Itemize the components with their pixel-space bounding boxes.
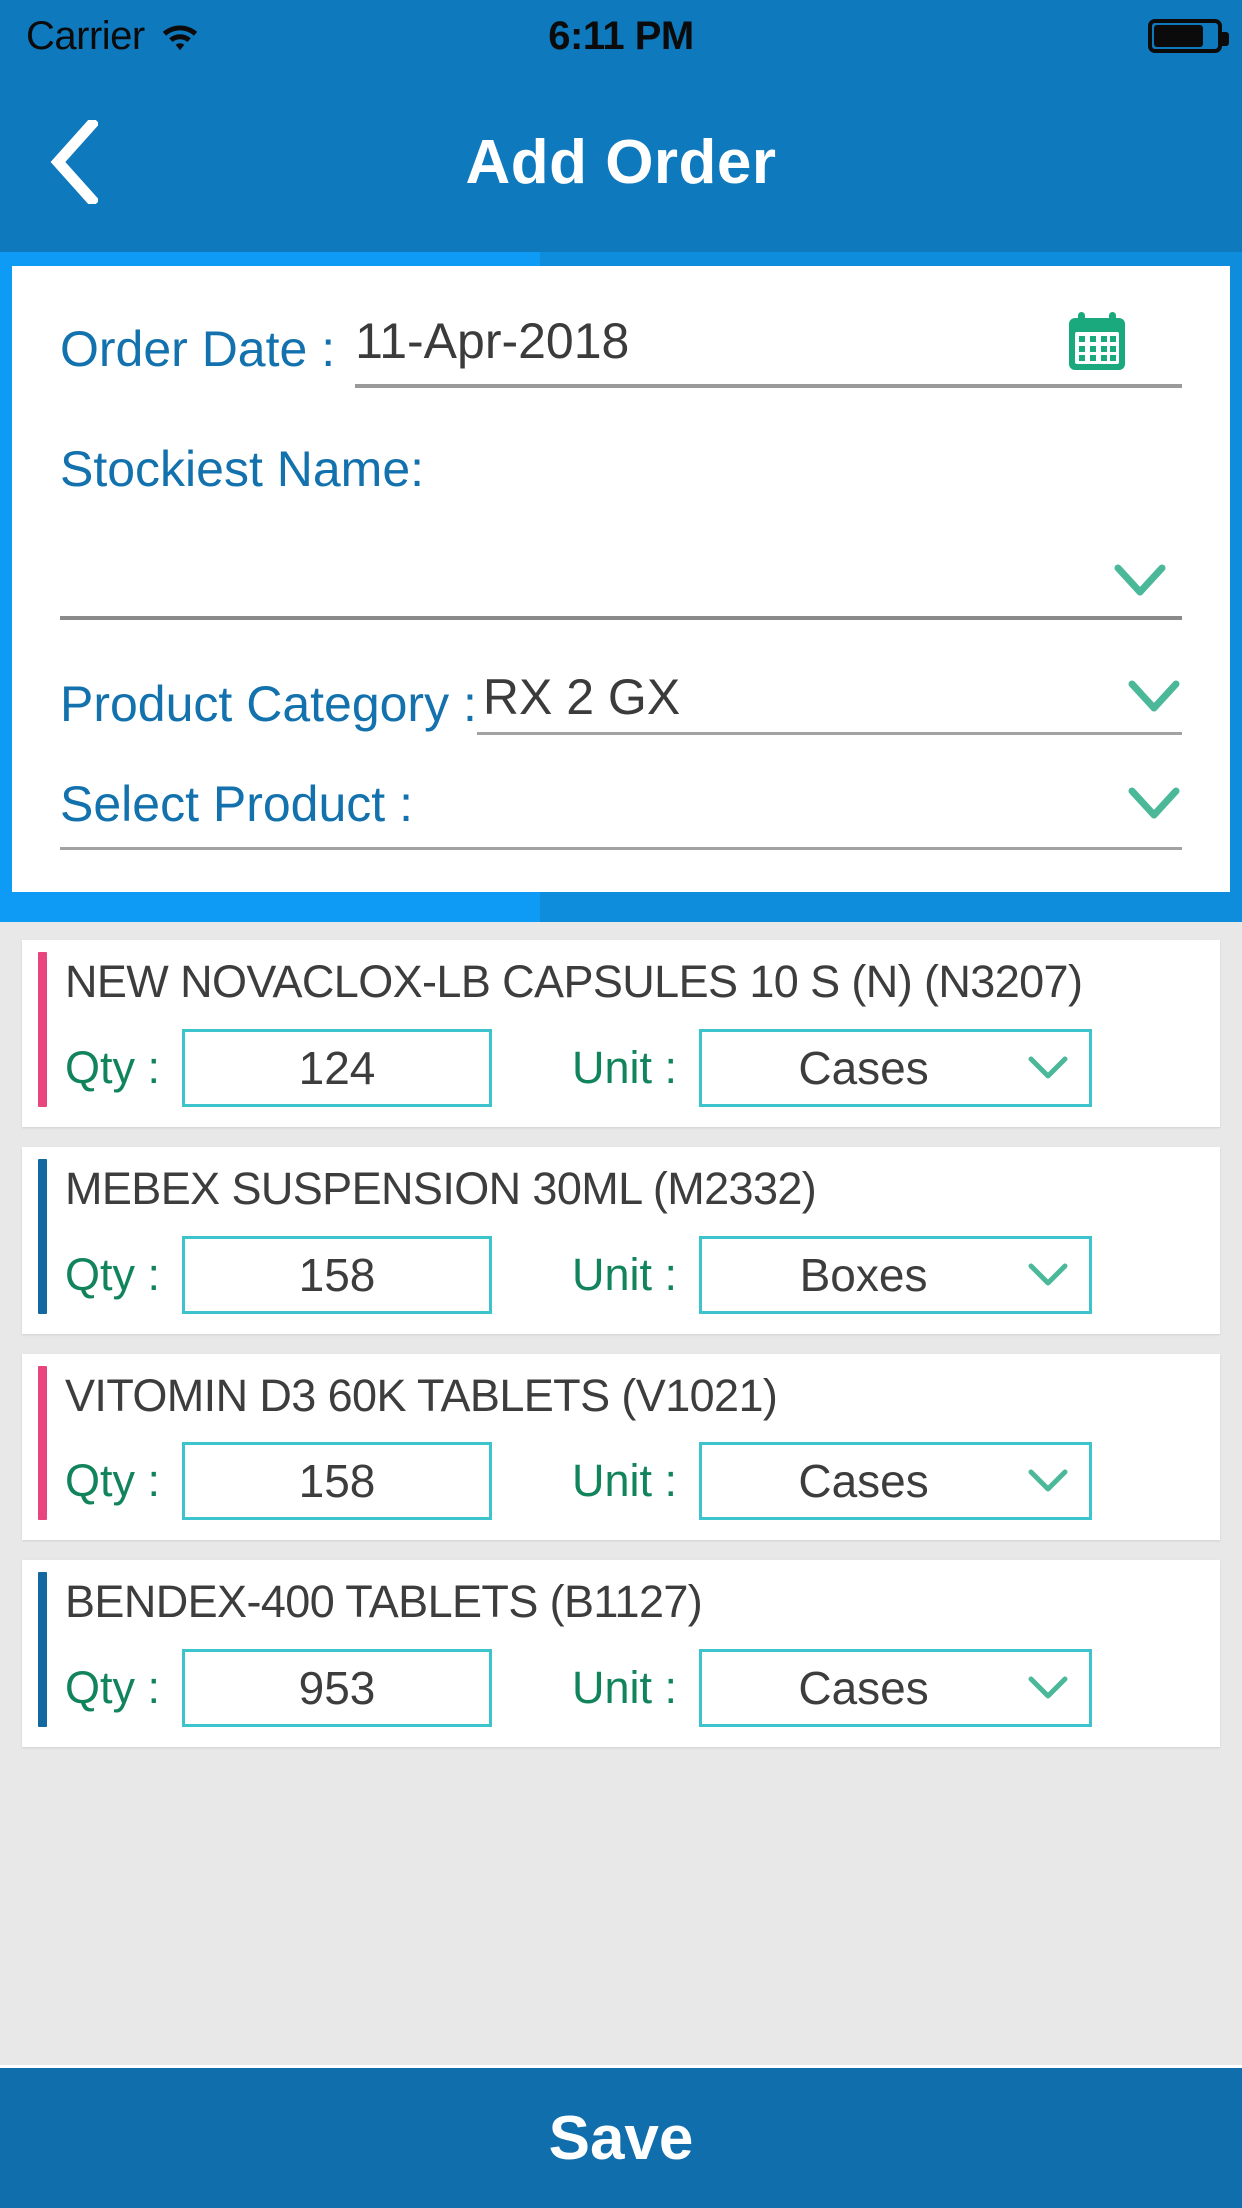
- order-date-field[interactable]: 11-Apr-2018: [355, 310, 1182, 388]
- product-name: BENDEX-400 TABLETS (B1127): [65, 1576, 703, 1628]
- stockiest-block: Stockiest Name:: [60, 440, 1182, 620]
- product-row-body: VITOMIN D3 60K TABLETS (V1021) Qty : 158…: [65, 1366, 1204, 1521]
- qty-unit-row: Qty : 158 Unit : Cases: [65, 1442, 1204, 1521]
- unit-label: Unit :: [572, 1041, 678, 1093]
- battery-fill: [1154, 25, 1203, 47]
- page-title: Add Order: [465, 127, 777, 197]
- product-row[interactable]: VITOMIN D3 60K TABLETS (V1021) Qty : 158…: [22, 1353, 1220, 1541]
- product-row[interactable]: MEBEX SUSPENSION 30ML (M2332) Qty : 158 …: [22, 1146, 1220, 1334]
- chevron-down-icon: [1025, 1260, 1071, 1290]
- product-row[interactable]: BENDEX-400 TABLETS (B1127) Qty : 953 Uni…: [22, 1560, 1220, 1747]
- clock-label: 6:11 PM: [548, 13, 694, 58]
- unit-select[interactable]: Cases: [699, 1028, 1093, 1107]
- product-category-row: Product Category : RX 2 GX: [60, 672, 1182, 735]
- qty-label: Qty :: [65, 1041, 161, 1093]
- unit-select[interactable]: Cases: [699, 1649, 1093, 1727]
- qty-label: Qty :: [65, 1248, 161, 1300]
- qty-unit-row: Qty : 124 Unit : Cases: [65, 1028, 1204, 1107]
- row-accent-bar: [38, 1365, 47, 1521]
- unit-label: Unit :: [572, 1455, 678, 1507]
- select-product-block: Select Product :: [60, 735, 1182, 850]
- qty-input[interactable]: 158: [182, 1442, 493, 1521]
- unit-label: Unit :: [572, 1662, 678, 1713]
- save-button[interactable]: Save: [0, 2065, 1242, 2208]
- chevron-down-icon: [1126, 785, 1182, 823]
- order-date-row: Order Date : 11-Apr-2018: [60, 310, 1182, 388]
- qty-unit-row: Qty : 953 Unit : Cases: [65, 1649, 1204, 1727]
- product-name: VITOMIN D3 60K TABLETS (V1021): [65, 1369, 778, 1421]
- product-name: NEW NOVACLOX-LB CAPSULES 10 S (N) (N3207…: [65, 956, 1083, 1007]
- row-accent-bar: [38, 952, 47, 1107]
- qty-input[interactable]: 158: [182, 1235, 493, 1314]
- calendar-icon[interactable]: [1066, 310, 1182, 372]
- selected-products-list: NEW NOVACLOX-LB CAPSULES 10 S (N) (N3207…: [0, 922, 1242, 2065]
- chevron-down-icon: [1025, 1053, 1071, 1083]
- chevron-down-icon: [1025, 1466, 1071, 1496]
- product-row-body: BENDEX-400 TABLETS (B1127) Qty : 953 Uni…: [65, 1572, 1204, 1727]
- product-category-value: RX 2 GX: [482, 669, 681, 725]
- qty-label: Qty :: [65, 1662, 161, 1713]
- battery-icon: [1148, 19, 1229, 53]
- unit-label: Unit :: [572, 1248, 678, 1300]
- qty-input[interactable]: 953: [182, 1649, 493, 1727]
- unit-value: Boxes: [799, 1248, 928, 1301]
- unit-value: Cases: [798, 1455, 929, 1508]
- unit-value: Cases: [798, 1041, 929, 1094]
- product-name: MEBEX SUSPENSION 30ML (M2332): [65, 1162, 817, 1214]
- product-row[interactable]: NEW NOVACLOX-LB CAPSULES 10 S (N) (N3207…: [22, 940, 1220, 1127]
- qty-input[interactable]: 124: [182, 1028, 493, 1107]
- product-row-body: MEBEX SUSPENSION 30ML (M2332) Qty : 158 …: [65, 1159, 1204, 1314]
- app-screen: Carrier 6:11 PM Add Order Order Date: 1…: [0, 0, 1242, 2208]
- chevron-down-icon: [1112, 562, 1168, 600]
- select-product-select[interactable]: [413, 785, 1182, 823]
- select-product-label: Select Product :: [60, 776, 413, 832]
- status-bar-right: [1148, 19, 1229, 53]
- stockiest-label: Stockiest Name:: [60, 441, 425, 497]
- stockiest-select[interactable]: [60, 546, 1182, 620]
- unit-select[interactable]: Cases: [699, 1442, 1093, 1521]
- row-accent-bar: [38, 1158, 47, 1314]
- order-form-card: Order Date : 11-Apr-2018 Stockiest Name:…: [12, 266, 1230, 892]
- save-button-label: Save: [548, 2103, 694, 2173]
- status-bar: Carrier 6:11 PM: [0, 0, 1242, 72]
- unit-value: Cases: [798, 1662, 929, 1714]
- unit-select[interactable]: Boxes: [699, 1235, 1093, 1314]
- product-category-label: Product Category :: [60, 675, 477, 732]
- chevron-down-icon: [1025, 1673, 1071, 1703]
- product-row-body: NEW NOVACLOX-LB CAPSULES 10 S (N) (N3207…: [65, 952, 1204, 1107]
- product-category-select[interactable]: RX 2 GX: [476, 669, 1182, 735]
- order-date-value: 11-Apr-2018: [355, 313, 630, 369]
- select-product-row: Select Product :: [60, 779, 1182, 829]
- navigation-bar: Add Order: [0, 72, 1242, 252]
- qty-unit-row: Qty : 158 Unit : Boxes: [65, 1235, 1204, 1314]
- order-date-label: Order Date :: [60, 321, 336, 377]
- chevron-down-icon: [1126, 678, 1182, 716]
- row-accent-bar: [38, 1572, 47, 1727]
- select-product-underline: [60, 847, 1182, 850]
- order-form-panel: Order Date : 11-Apr-2018 Stockiest Name:…: [0, 252, 1242, 922]
- qty-label: Qty :: [65, 1455, 161, 1507]
